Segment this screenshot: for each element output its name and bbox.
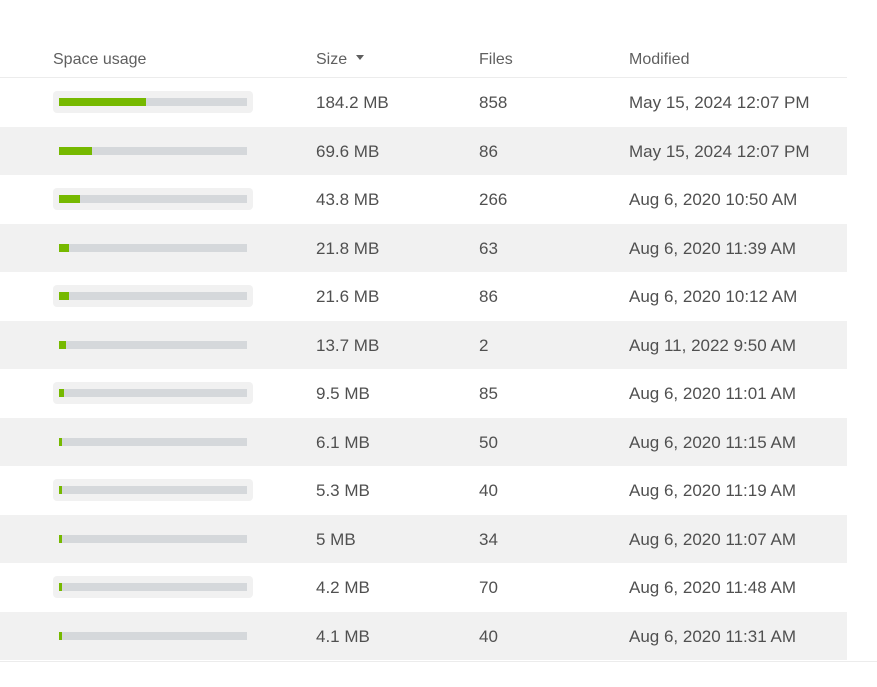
space-usage-fill	[59, 389, 64, 397]
space-usage-bar	[53, 334, 253, 356]
space-usage-track	[59, 437, 247, 446]
size-cell: 4.2 MB	[316, 578, 370, 597]
files-cell: 63	[479, 238, 498, 258]
files-cell: 70	[479, 578, 498, 597]
space-usage-track	[59, 195, 247, 203]
table-row[interactable]: 21.6 MB 86 Aug 6, 2020 10:12 AM	[0, 272, 847, 321]
modified-cell: Aug 6, 2020 11:01 AM	[629, 384, 796, 403]
space-usage-fill	[59, 98, 146, 106]
files-cell: 85	[479, 384, 498, 403]
space-usage-fill	[59, 340, 66, 349]
column-header-size[interactable]: Size	[316, 51, 365, 69]
size-cell: 184.2 MB	[316, 93, 389, 112]
space-usage-fill	[59, 486, 62, 494]
table-row[interactable]: 21.8 MB 63 Aug 6, 2020 11:39 AM	[0, 223, 847, 272]
space-usage-fill	[59, 583, 62, 591]
table-row[interactable]: 13.7 MB 2 Aug 11, 2022 9:50 AM	[0, 320, 847, 369]
modified-cell: May 15, 2024 12:07 PM	[629, 141, 810, 161]
table-row[interactable]: 4.2 MB 70 Aug 6, 2020 11:48 AM	[0, 563, 847, 612]
modified-cell: Aug 6, 2020 10:12 AM	[629, 287, 798, 306]
table-row[interactable]: 6.1 MB 50 Aug 6, 2020 11:15 AM	[0, 417, 847, 466]
column-header-modified[interactable]: Modified	[629, 51, 689, 69]
size-cell: 4.1 MB	[316, 626, 370, 646]
space-usage-track	[59, 243, 247, 252]
space-usage-fill	[59, 534, 62, 543]
space-usage-fill	[59, 631, 62, 640]
files-cell: 50	[479, 432, 498, 452]
space-usage-track	[59, 631, 247, 640]
table-body: 184.2 MB 858 May 15, 2024 12:07 PM 69.6 MB 8…	[0, 78, 847, 660]
space-usage-bar	[53, 431, 253, 453]
table-bottom-divider	[0, 661, 877, 662]
modified-cell: Aug 6, 2020 11:19 AM	[629, 481, 796, 500]
space-usage-track	[59, 389, 247, 397]
space-usage-track	[59, 292, 247, 300]
space-usage-fill	[59, 195, 80, 203]
space-usage-track	[59, 146, 247, 155]
size-cell: 5 MB	[316, 529, 356, 549]
table-row[interactable]: 43.8 MB 266 Aug 6, 2020 10:50 AM	[0, 175, 847, 224]
space-usage-track	[59, 583, 247, 591]
files-cell: 40	[479, 626, 498, 646]
space-usage-fill	[59, 292, 69, 300]
size-cell: 6.1 MB	[316, 432, 370, 452]
size-cell: 13.7 MB	[316, 335, 380, 355]
table-row[interactable]: 184.2 MB 858 May 15, 2024 12:07 PM	[0, 78, 847, 127]
table-header: Space usage Size Files Modified	[0, 36, 847, 78]
space-usage-bar	[53, 140, 253, 162]
table-row[interactable]: 9.5 MB 85 Aug 6, 2020 11:01 AM	[0, 369, 847, 418]
space-usage-bar	[53, 285, 253, 307]
files-cell: 40	[479, 481, 498, 500]
caret-down-icon	[356, 55, 365, 61]
files-cell: 86	[479, 287, 498, 306]
space-usage-fill	[59, 437, 62, 446]
space-usage-bar	[53, 479, 253, 501]
files-cell: 2	[479, 335, 489, 355]
modified-cell: Aug 6, 2020 11:15 AM	[629, 432, 796, 452]
size-cell: 5.3 MB	[316, 481, 370, 500]
column-header-files[interactable]: Files	[479, 51, 513, 69]
modified-cell: Aug 6, 2020 11:07 AM	[629, 529, 796, 549]
column-header-space-usage[interactable]: Space usage	[53, 51, 146, 69]
table-row[interactable]: 69.6 MB 86 May 15, 2024 12:07 PM	[0, 126, 847, 175]
table-row[interactable]: 5.3 MB 40 Aug 6, 2020 11:19 AM	[0, 466, 847, 515]
space-usage-fill	[59, 146, 92, 155]
space-usage-bar	[53, 237, 253, 259]
modified-cell: Aug 6, 2020 11:39 AM	[629, 238, 796, 258]
space-usage-bar	[53, 625, 253, 647]
files-cell: 34	[479, 529, 498, 549]
files-cell: 858	[479, 93, 508, 112]
size-cell: 9.5 MB	[316, 384, 370, 403]
space-usage-bar	[53, 576, 253, 598]
space-usage-track	[59, 98, 247, 106]
modified-cell: May 15, 2024 12:07 PM	[629, 93, 810, 112]
modified-cell: Aug 6, 2020 11:31 AM	[629, 626, 796, 646]
size-cell: 69.6 MB	[316, 141, 380, 161]
files-cell: 266	[479, 190, 508, 209]
modified-cell: Aug 6, 2020 10:50 AM	[629, 190, 798, 209]
space-usage-bar	[53, 382, 253, 404]
space-usage-bar	[53, 528, 253, 550]
space-usage-table: Space usage Size Files Modified 184.2 MB…	[0, 36, 847, 660]
modified-cell: Aug 11, 2022 9:50 AM	[629, 335, 796, 355]
space-usage-bar	[53, 91, 253, 113]
column-header-size-label: Size	[316, 51, 348, 68]
space-usage-track	[59, 340, 247, 349]
modified-cell: Aug 6, 2020 11:48 AM	[629, 578, 796, 597]
files-cell: 86	[479, 141, 498, 161]
table-row[interactable]: 5 MB 34 Aug 6, 2020 11:07 AM	[0, 514, 847, 563]
space-usage-track	[59, 486, 247, 494]
size-cell: 43.8 MB	[316, 190, 380, 209]
space-usage-track	[59, 534, 247, 543]
table-row[interactable]: 4.1 MB 40 Aug 6, 2020 11:31 AM	[0, 611, 847, 660]
space-usage-bar	[53, 188, 253, 210]
space-usage-fill	[59, 243, 69, 252]
size-cell: 21.6 MB	[316, 287, 380, 306]
size-cell: 21.8 MB	[316, 238, 380, 258]
